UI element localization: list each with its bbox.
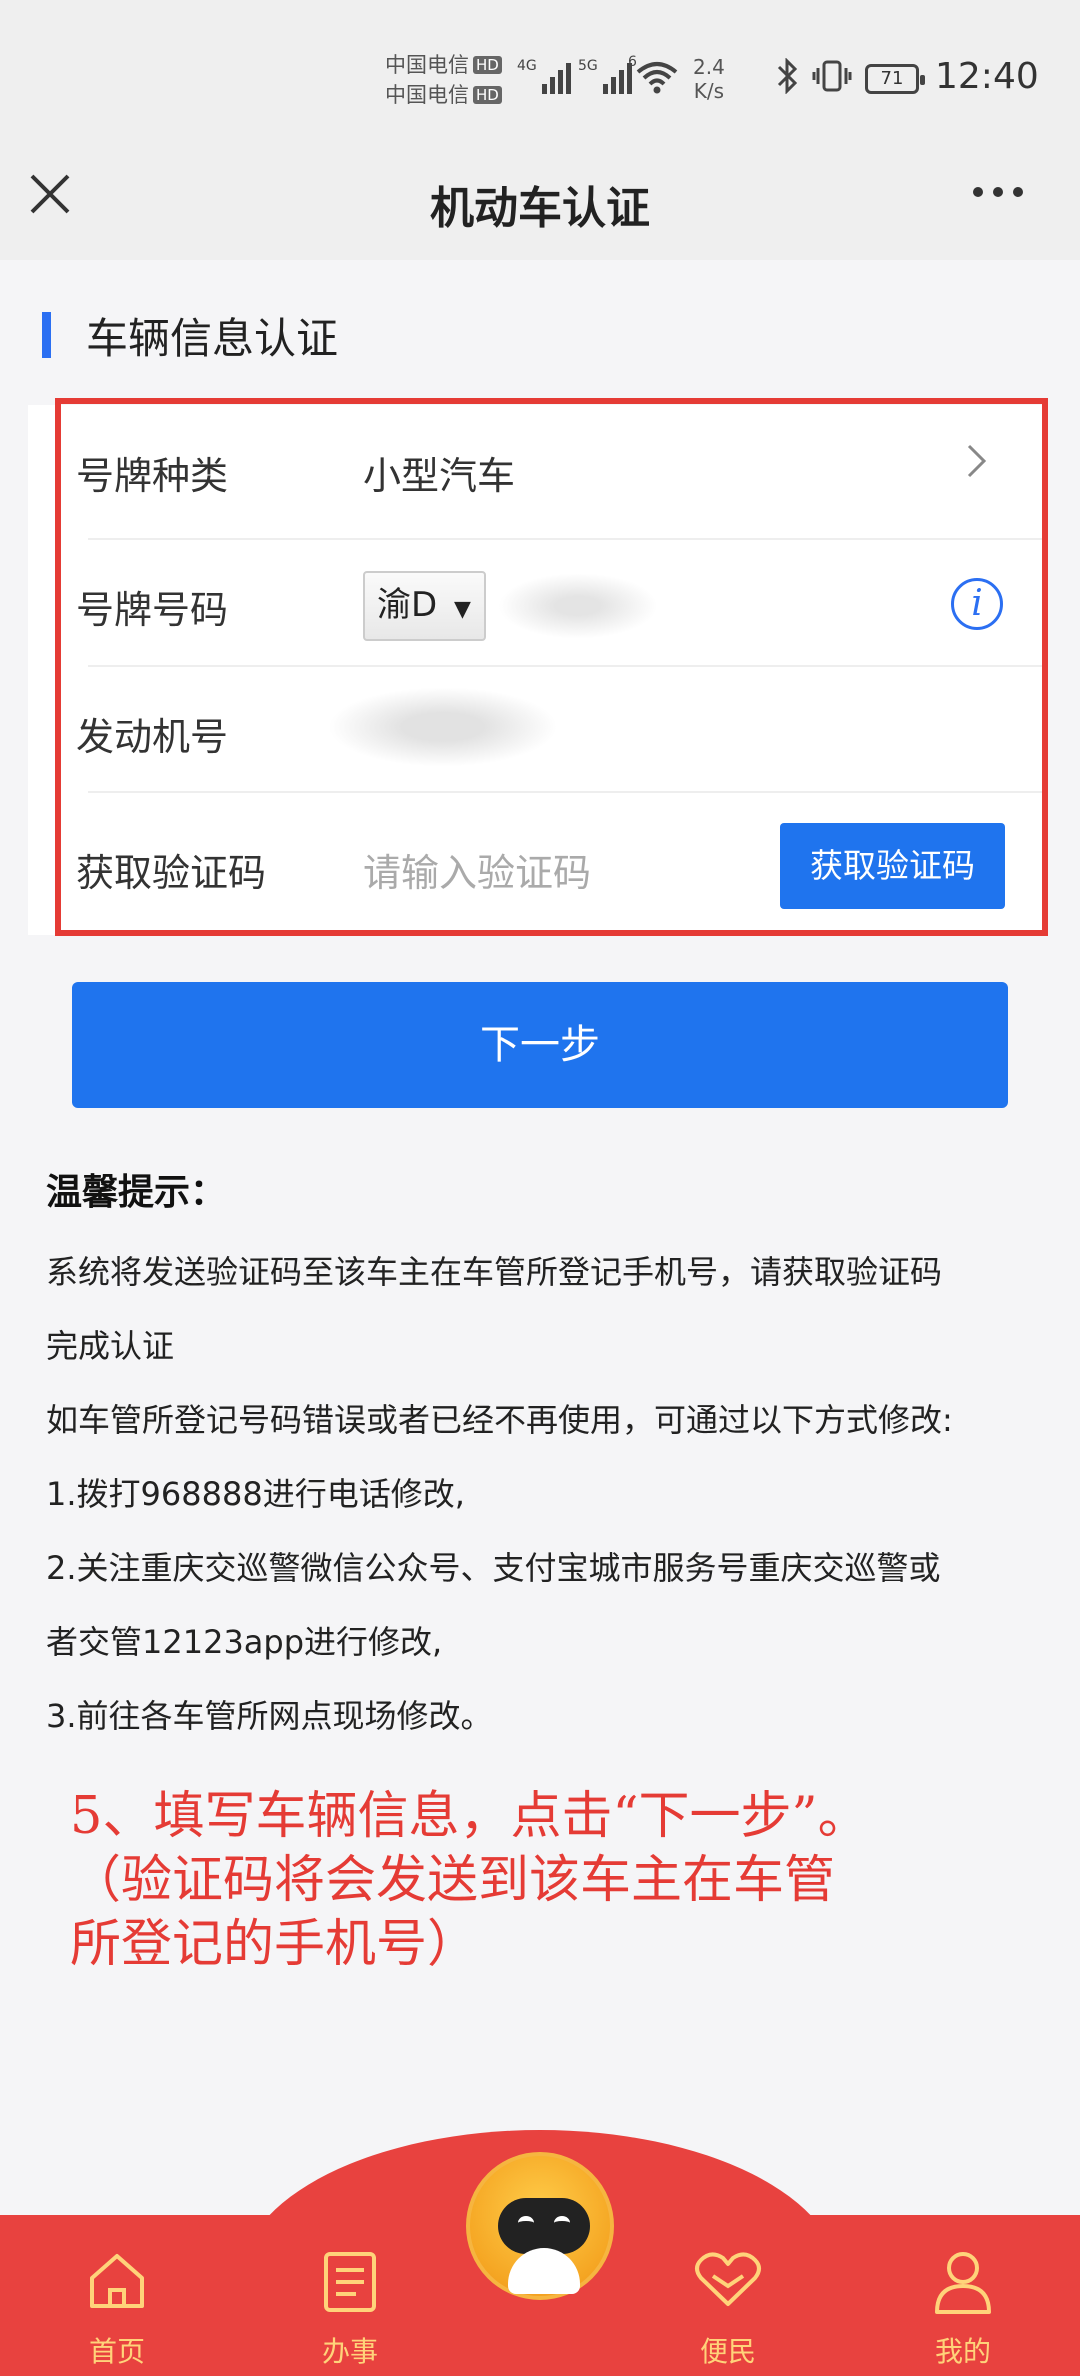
dropdown-arrow-icon: ▼ bbox=[454, 597, 471, 622]
app-header: 机动车认证 bbox=[0, 150, 1080, 260]
robot-assistant-icon[interactable] bbox=[466, 2152, 614, 2300]
battery-icon: 71 bbox=[865, 64, 925, 94]
tips-title: 温馨提示： bbox=[46, 1172, 227, 1213]
robot-eye bbox=[554, 2216, 570, 2230]
clock: 12:40 bbox=[935, 56, 1039, 97]
user-icon bbox=[933, 2250, 993, 2320]
plate-prefix-value: 渝D bbox=[377, 585, 438, 625]
robot-body bbox=[508, 2248, 580, 2294]
battery-level: 71 bbox=[880, 68, 904, 89]
heart-icon bbox=[693, 2250, 763, 2314]
tip-line: 完成认证 bbox=[46, 1327, 175, 1365]
vehicle-info-form: 号牌种类 小型汽车 号牌号码 渝D ▼ i 发动机号 获取验证码 请输入验证码 … bbox=[28, 405, 1048, 935]
annotation-line: 所登记的手机号） bbox=[70, 1915, 479, 1974]
engine-number-label: 发动机号 bbox=[76, 715, 229, 759]
annotation-line: （验证码将会发送到该车主在车管 bbox=[70, 1851, 836, 1910]
tip-line: 3.前往各车管所网点现场修改。 bbox=[46, 1697, 493, 1735]
nav-item-home[interactable]: 首页 bbox=[37, 2215, 197, 2376]
speed-value: 2.4 bbox=[693, 55, 725, 79]
nav-label: 首页 bbox=[88, 2335, 145, 2368]
chevron-right-icon bbox=[966, 441, 988, 491]
carrier-name-2: 中国电信 bbox=[385, 83, 469, 107]
bluetooth-icon bbox=[775, 57, 801, 103]
tip-line: 系统将发送验证码至该车主在车管所登记手机号，请获取验证码 bbox=[46, 1253, 943, 1291]
get-code-button[interactable]: 获取验证码 bbox=[780, 823, 1005, 909]
plate-type-row[interactable]: 号牌种类 小型汽车 bbox=[28, 405, 1048, 532]
next-step-button[interactable]: 下一步 bbox=[72, 982, 1008, 1108]
section-title: 车辆信息认证 bbox=[86, 314, 339, 363]
section-accent-bar bbox=[42, 312, 51, 358]
network-type-label: 4G bbox=[517, 58, 537, 74]
plate-prefix-select[interactable]: 渝D ▼ bbox=[363, 571, 486, 641]
signal-icon: 4G bbox=[517, 58, 571, 94]
tip-line: 2.关注重庆交巡警微信公众号、支付宝城市服务号重庆交巡警或 bbox=[46, 1549, 941, 1587]
network-speed: 2.4 K/s bbox=[693, 55, 725, 103]
more-options-icon[interactable] bbox=[970, 168, 1026, 224]
signal-icon: 5G bbox=[578, 58, 632, 94]
nav-label: 我的 bbox=[934, 2335, 991, 2368]
verify-code-input[interactable]: 请输入验证码 bbox=[363, 842, 591, 897]
nav-label: 办事 bbox=[321, 2335, 378, 2368]
robot-eye bbox=[518, 2216, 534, 2230]
nav-label: 便民 bbox=[699, 2335, 756, 2368]
nav-item-mine[interactable]: 我的 bbox=[883, 2215, 1043, 2376]
hd-badge: HD bbox=[473, 86, 502, 104]
carrier-name-1: 中国电信 bbox=[385, 53, 469, 77]
page-title: 机动车认证 bbox=[430, 183, 650, 234]
tip-line: 1.拨打968888进行电话修改, bbox=[46, 1475, 465, 1513]
hd-badge: HD bbox=[473, 56, 502, 74]
network-type-label: 5G bbox=[578, 58, 598, 74]
tip-line: 如车管所登记号码错误或者已经不再使用，可通过以下方式修改: bbox=[46, 1401, 953, 1439]
plate-type-label: 号牌种类 bbox=[76, 454, 229, 498]
speed-unit: K/s bbox=[693, 79, 725, 103]
instruction-annotation: 5、填写车辆信息，点击“下一步”。 （验证码将会发送到该车主在车管 所登记的手机… bbox=[70, 1785, 990, 1977]
annotation-line: 5、填写车辆信息，点击“下一步”。 bbox=[70, 1787, 869, 1846]
robot-face bbox=[498, 2198, 590, 2254]
home-icon bbox=[86, 2250, 148, 2316]
wifi-label: 6 bbox=[628, 54, 637, 70]
plate-type-value: 小型汽车 bbox=[363, 454, 516, 498]
engine-number-input[interactable] bbox=[328, 687, 558, 767]
verify-code-label: 获取验证码 bbox=[76, 851, 267, 895]
nav-item-services[interactable]: 办事 bbox=[270, 2215, 430, 2376]
vibrate-icon bbox=[812, 58, 852, 102]
plate-number-input[interactable] bbox=[498, 573, 658, 639]
wifi-icon: 6 bbox=[628, 54, 678, 102]
tips-content: 系统将发送验证码至该车主在车管所登记手机号，请获取验证码 完成认证 如车管所登记… bbox=[46, 1235, 1036, 1753]
plate-number-label: 号牌号码 bbox=[76, 588, 229, 632]
status-bar: 中国电信 HD 中国电信 HD 4G 5G 6 2.4 K/s 71 12:40 bbox=[0, 0, 1080, 150]
tip-line: 者交管12123app进行修改, bbox=[46, 1623, 443, 1661]
nav-item-convenience[interactable]: 便民 bbox=[648, 2215, 808, 2376]
info-icon[interactable]: i bbox=[951, 578, 1003, 630]
document-icon bbox=[320, 2250, 380, 2318]
carrier-info: 中国电信 HD 中国电信 HD bbox=[385, 50, 502, 110]
